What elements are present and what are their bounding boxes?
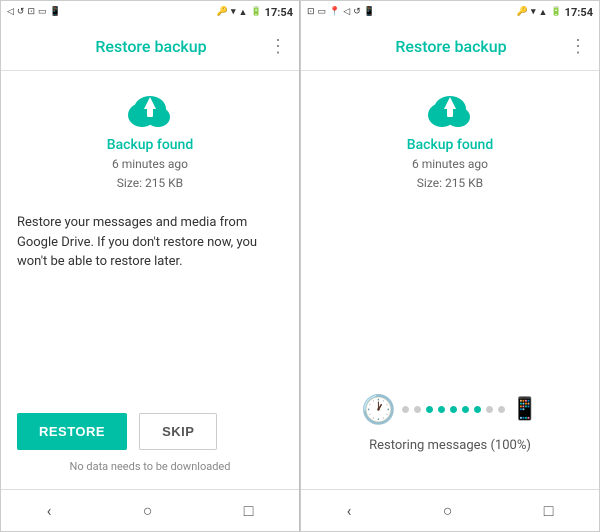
dot-5: [450, 406, 457, 413]
sb2-icon-4: ◁: [343, 7, 350, 17]
sb2-key-icon: 🔑: [517, 7, 528, 17]
sb2-icon-3: 📍: [329, 7, 340, 17]
status-bar-left-1: ◁ ↺ ⊡ ▭ 📱: [7, 7, 61, 17]
backup-time-2: 6 minutes ago Size: 215 KB: [412, 155, 488, 193]
dot-2: [414, 406, 421, 413]
cloud-upload-icon: [122, 87, 178, 131]
content-1: Backup found 6 minutes ago Size: 215 KB …: [1, 71, 299, 489]
sb-signal-icon: ▲: [239, 7, 248, 18]
sb-key-icon: 🔑: [217, 7, 228, 17]
status-bar-right-1: 🔑 ▾ ▲ 🔋 17:54: [217, 6, 293, 19]
recent-nav-icon-2[interactable]: □: [532, 497, 566, 525]
phone-1: ◁ ↺ ⊡ ▭ 📱 🔑 ▾ ▲ 🔋 17:54 Restore backup ⋮: [0, 0, 300, 532]
sb-icon-3: ⊡: [27, 7, 35, 17]
sb-wifi-icon: ▾: [231, 7, 236, 17]
button-row-1: RESTORE SKIP: [17, 413, 283, 450]
status-bar-1: ◁ ↺ ⊡ ▭ 📱 🔑 ▾ ▲ 🔋 17:54: [1, 1, 299, 23]
progress-section: 🕐 📱 Res: [317, 393, 583, 473]
dot-8: [486, 406, 493, 413]
backup-found-label-1: Backup found: [107, 137, 193, 153]
menu-icon-1[interactable]: ⋮: [269, 36, 287, 57]
history-icon: 🕐: [361, 393, 396, 426]
sb2-icon-1: ⊡: [307, 7, 315, 17]
sb2-icon-5: ↺: [353, 7, 361, 17]
status-bar-right-2: 🔑 ▾ ▲ 🔋 17:54: [517, 6, 593, 19]
dot-1: [402, 406, 409, 413]
sb2-icon-6: 📱: [364, 7, 375, 17]
backup-found-label-2: Backup found: [407, 137, 493, 153]
status-bar-left-2: ⊡ ▭ 📍 ◁ ↺ 📱: [307, 7, 375, 17]
sb2-wifi-icon: ▾: [531, 7, 536, 17]
content-2: Backup found 6 minutes ago Size: 215 KB …: [301, 71, 599, 489]
skip-button[interactable]: SKIP: [139, 413, 217, 450]
nav-bar-1: ‹ ○ □: [1, 489, 299, 531]
status-time-1: 17:54: [265, 6, 293, 19]
sb-icon-1: ◁: [7, 7, 14, 17]
cloud-section-2: Backup found 6 minutes ago Size: 215 KB: [317, 87, 583, 193]
cloud-section-1: Backup found 6 minutes ago Size: 215 KB: [17, 87, 283, 193]
home-nav-icon-2[interactable]: ○: [431, 497, 465, 525]
phone-2: ⊡ ▭ 📍 ◁ ↺ 📱 🔑 ▾ ▲ 🔋 17:54 Restore backup…: [300, 0, 600, 532]
app-bar-2: Restore backup ⋮: [301, 23, 599, 71]
recent-nav-icon-1[interactable]: □: [232, 497, 266, 525]
backup-time-1: 6 minutes ago Size: 215 KB: [112, 155, 188, 193]
sb-icon-4: ▭: [38, 7, 47, 17]
sb2-icon-2: ▭: [318, 7, 327, 17]
status-time-2: 17:54: [565, 6, 593, 19]
restore-description-1: Restore your messages and media from Goo…: [17, 213, 283, 272]
app-title-1: Restore backup: [33, 37, 269, 56]
restoring-status-text: Restoring messages (100%): [369, 438, 531, 453]
sb2-signal-icon: ▲: [539, 7, 548, 18]
dot-6: [462, 406, 469, 413]
no-download-text: No data needs to be downloaded: [17, 460, 283, 473]
sb-battery-icon: 🔋: [250, 7, 261, 17]
cloud-upload-icon-2: [422, 87, 478, 131]
sb-icon-2: ↺: [17, 7, 25, 17]
back-nav-icon-2[interactable]: ‹: [335, 497, 364, 524]
dot-4: [438, 406, 445, 413]
sb2-battery-icon: 🔋: [550, 7, 561, 17]
menu-icon-2[interactable]: ⋮: [569, 36, 587, 57]
app-bar-1: Restore backup ⋮: [1, 23, 299, 71]
nav-bar-2: ‹ ○ □: [301, 489, 599, 531]
dot-9: [498, 406, 505, 413]
dots-track: [402, 406, 505, 413]
status-bar-2: ⊡ ▭ 📍 ◁ ↺ 📱 🔑 ▾ ▲ 🔋 17:54: [301, 1, 599, 23]
phone-device-icon: 📱: [511, 397, 538, 422]
progress-track: 🕐 📱: [351, 393, 548, 426]
restore-button[interactable]: RESTORE: [17, 413, 127, 450]
sb-icon-5: 📱: [50, 7, 61, 17]
dot-7: [474, 406, 481, 413]
dot-3: [426, 406, 433, 413]
back-nav-icon-1[interactable]: ‹: [35, 497, 64, 524]
home-nav-icon-1[interactable]: ○: [131, 497, 165, 525]
app-title-2: Restore backup: [333, 37, 569, 56]
